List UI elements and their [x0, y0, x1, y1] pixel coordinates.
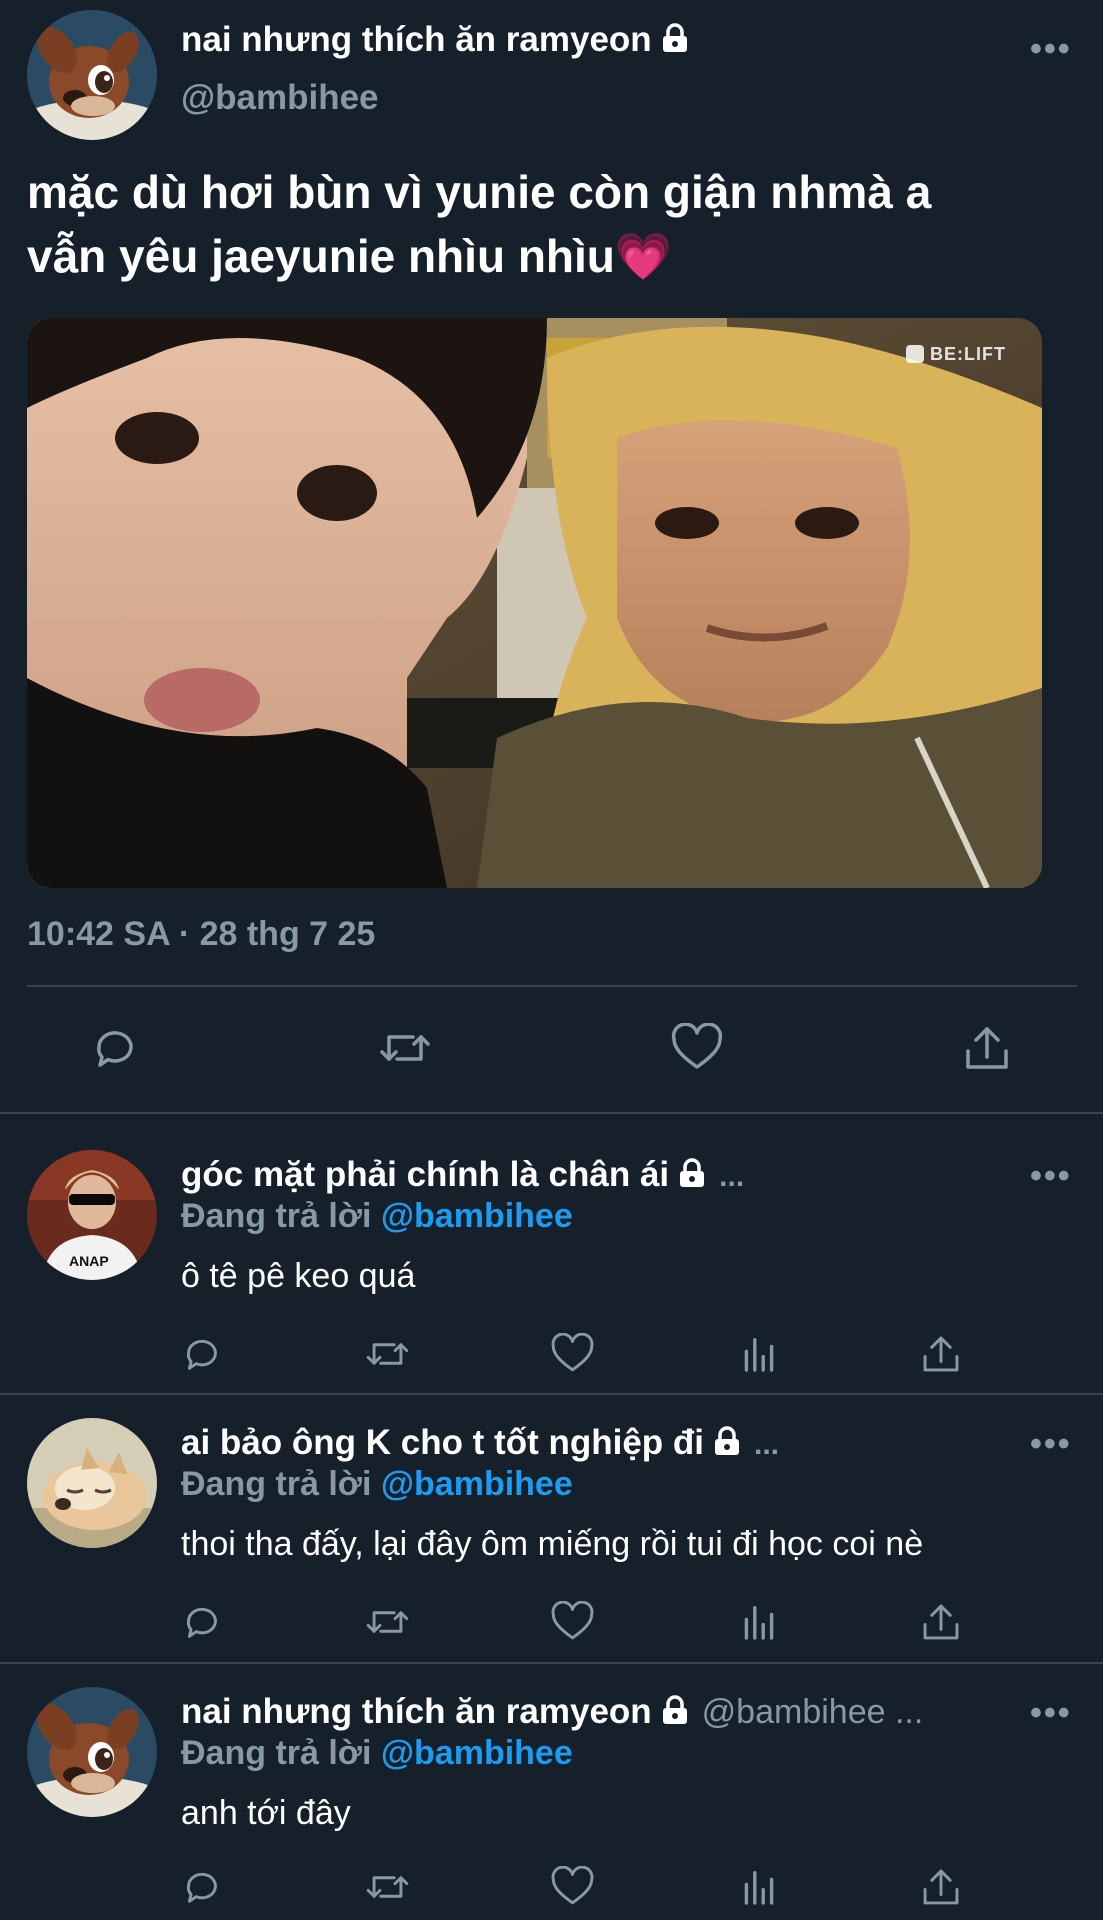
like-button[interactable]: [550, 1866, 595, 1908]
heart-icon: [671, 1023, 723, 1069]
reply-display-name[interactable]: góc mặt phải chính là chân ái...: [181, 1155, 744, 1195]
divider: [0, 1662, 1103, 1664]
name-truncation: ...: [719, 1160, 745, 1193]
reply-icon: [186, 1339, 217, 1370]
selfie-photo: [27, 318, 1042, 888]
display-name-text: ai bảo ông K cho t tốt nghiệp đi: [181, 1423, 705, 1462]
retweet-icon: [366, 1611, 409, 1633]
avatar[interactable]: [27, 1418, 157, 1548]
lock-icon: [662, 1695, 687, 1724]
retweet-icon: [380, 1035, 430, 1061]
lock-icon: [662, 23, 687, 52]
reply-handle: @bambihee ...: [701, 1693, 924, 1731]
more-options-button[interactable]: •••: [1030, 1425, 1072, 1464]
more-options-button[interactable]: •••: [1030, 30, 1072, 69]
heart-icon: [551, 1866, 594, 1905]
views-button[interactable]: [738, 1866, 780, 1908]
watermark-logo-icon: [906, 345, 924, 363]
replying-to-handle[interactable]: @bambihee: [381, 1734, 573, 1772]
reply-display-name[interactable]: nai nhưng thích ăn ramyeon @bambihee ...: [181, 1692, 923, 1732]
reply-icon: [186, 1607, 217, 1638]
reply-display-name[interactable]: ai bảo ông K cho t tốt nghiệp đi...: [181, 1423, 779, 1463]
reply-button[interactable]: [181, 1333, 223, 1375]
replying-to-label: Đang trả lời: [181, 1465, 381, 1503]
lock-icon: [715, 1426, 740, 1455]
retweet-icon: [366, 1876, 409, 1898]
replying-to-label: Đang trả lời: [181, 1734, 381, 1772]
share-icon: [923, 1604, 959, 1640]
tweet-text-line-2: vẫn yêu jaeyunie nhìu nhìu💗: [27, 230, 673, 282]
like-button[interactable]: [670, 1023, 724, 1073]
share-button[interactable]: [920, 1333, 962, 1375]
replying-to: Đang trả lời @bambihee: [181, 1734, 573, 1773]
replying-to: Đang trả lời @bambihee: [181, 1465, 573, 1504]
like-button[interactable]: [550, 1333, 595, 1375]
reply-text: thoi tha đấy, lại đây ôm miếng rồi tui đ…: [181, 1525, 924, 1563]
like-button[interactable]: [550, 1601, 595, 1643]
share-button[interactable]: [920, 1866, 962, 1908]
retweet-button[interactable]: [364, 1866, 411, 1908]
handle[interactable]: @bambihee: [181, 78, 379, 118]
share-button[interactable]: [962, 1023, 1012, 1073]
divider: [0, 1112, 1103, 1114]
retweet-button[interactable]: [364, 1601, 411, 1643]
display-name-text: góc mặt phải chính là chân ái: [181, 1155, 670, 1194]
shirt-text: ANAP: [69, 1253, 109, 1269]
share-icon: [966, 1027, 1008, 1069]
heart-icon: [551, 1601, 594, 1640]
views-button[interactable]: [738, 1333, 780, 1375]
avatar-photo: [27, 1418, 157, 1548]
avatar-photo: ANAP: [27, 1150, 157, 1280]
tweet-photo[interactable]: BE:LIFT: [27, 318, 1042, 888]
reply-icon: [97, 1031, 133, 1067]
replying-to-handle[interactable]: @bambihee: [381, 1197, 573, 1235]
reply-button[interactable]: [181, 1601, 223, 1643]
lock-icon: [680, 1158, 705, 1187]
avatar[interactable]: ANAP: [27, 1150, 157, 1280]
retweet-button[interactable]: [364, 1333, 411, 1375]
reply-button[interactable]: [90, 1023, 140, 1073]
retweet-icon: [366, 1343, 409, 1365]
reply-text: anh tới đây: [181, 1794, 351, 1832]
display-name-text: nai nhưng thích ăn ramyeon: [181, 20, 652, 59]
display-name[interactable]: nai nhưng thích ăn ramyeon: [181, 20, 690, 60]
analytics-icon: [744, 1338, 774, 1372]
divider: [0, 1393, 1103, 1395]
photo-watermark: BE:LIFT: [906, 344, 1006, 365]
share-icon: [923, 1869, 959, 1905]
reply-text: ô tê pê keo quá: [181, 1257, 416, 1295]
share-icon: [923, 1336, 959, 1372]
more-options-button[interactable]: •••: [1030, 1694, 1072, 1733]
reply-icon: [186, 1872, 217, 1903]
tweet-timestamp[interactable]: 10:42 SA · 28 thg 7 25: [27, 915, 375, 954]
analytics-icon: [744, 1606, 774, 1640]
bambi-avatar-icon: [27, 10, 157, 140]
retweet-button[interactable]: [377, 1023, 433, 1073]
name-truncation: ...: [754, 1428, 780, 1461]
heart-icon: [551, 1333, 594, 1372]
share-button[interactable]: [920, 1601, 962, 1643]
views-button[interactable]: [738, 1601, 780, 1643]
reply-button[interactable]: [181, 1866, 223, 1908]
tweet-text: mặc dù hơi bùn vì yunie còn giận nhmà a …: [27, 160, 931, 288]
replying-to-label: Đang trả lời: [181, 1197, 381, 1235]
avatar[interactable]: [27, 10, 157, 140]
replying-to-handle[interactable]: @bambihee: [381, 1465, 573, 1503]
avatar[interactable]: [27, 1687, 157, 1817]
display-name-text: nai nhưng thích ăn ramyeon: [181, 1692, 652, 1731]
tweet-text-line-1: mặc dù hơi bùn vì yunie còn giận nhmà a: [27, 166, 932, 218]
watermark-text: BE:LIFT: [930, 344, 1006, 364]
replying-to: Đang trả lời @bambihee: [181, 1197, 573, 1236]
analytics-icon: [744, 1871, 774, 1905]
bambi-avatar-icon: [27, 1687, 157, 1817]
more-options-button[interactable]: •••: [1030, 1157, 1072, 1196]
divider: [27, 985, 1077, 987]
